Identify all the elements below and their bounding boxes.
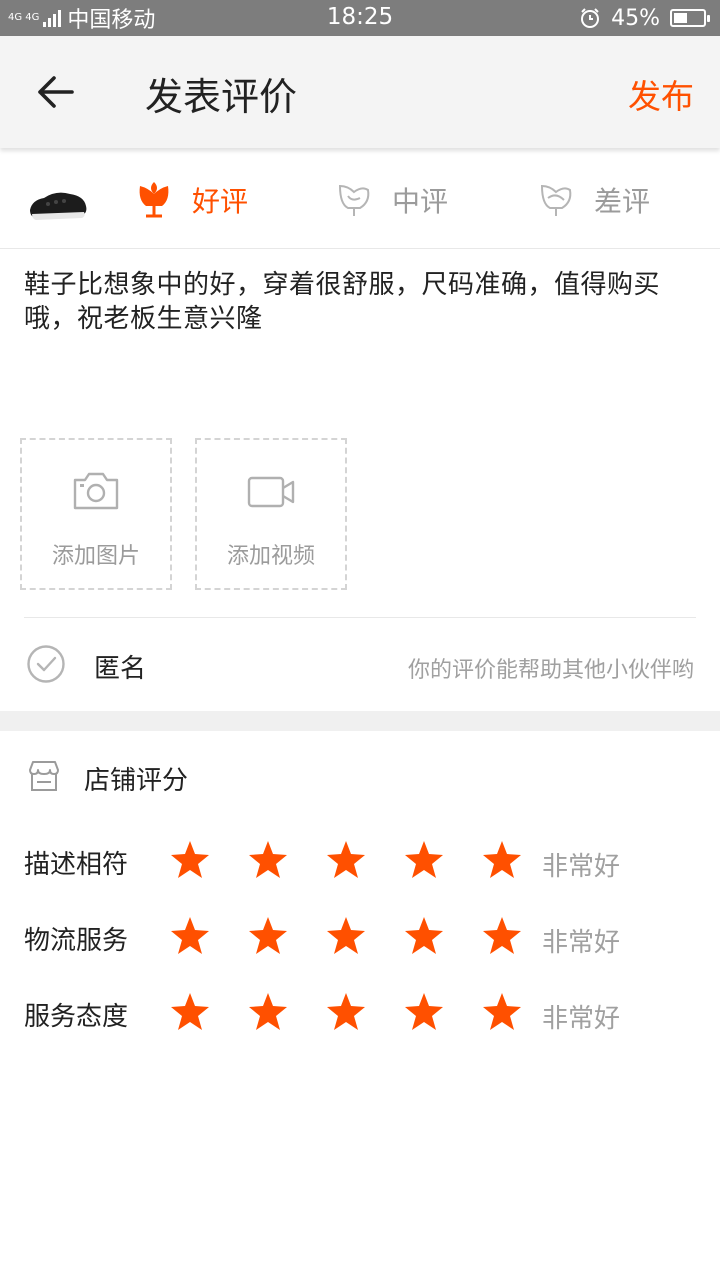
star-icon[interactable] xyxy=(482,916,522,956)
score-row-service: 服务态度 非常好 xyxy=(0,990,720,1040)
battery-icon xyxy=(670,9,710,27)
add-video-button[interactable]: 添加视频 xyxy=(195,438,347,590)
rating-mid-label: 中评 xyxy=(392,185,449,218)
rating-mid-option[interactable]: 中评 xyxy=(334,174,448,226)
star-icon[interactable] xyxy=(404,840,444,880)
star-icon[interactable] xyxy=(482,992,522,1032)
publish-button[interactable]: 发布 xyxy=(628,70,694,118)
score-text: 非常好 xyxy=(542,928,621,958)
anonymous-label[interactable]: 匿名 xyxy=(94,648,146,685)
page-title: 发表评价 xyxy=(145,75,298,119)
star-icon[interactable] xyxy=(248,916,288,956)
rating-good-option[interactable]: 好评 xyxy=(134,174,248,226)
score-row-logistics: 物流服务 非常好 xyxy=(0,914,720,964)
star-icon[interactable] xyxy=(404,992,444,1032)
star-icon[interactable] xyxy=(248,992,288,1032)
score-text: 非常好 xyxy=(542,852,621,882)
add-photo-button[interactable]: 添加图片 xyxy=(20,438,172,590)
anonymous-checkbox-icon[interactable] xyxy=(26,644,66,684)
shop-rating-title: 店铺评分 xyxy=(84,766,189,796)
shop-icon xyxy=(29,761,59,791)
star-icon[interactable] xyxy=(170,992,210,1032)
star-rating[interactable] xyxy=(170,840,522,880)
rating-good-label: 好评 xyxy=(192,185,249,218)
flower-outline-icon xyxy=(338,184,370,216)
score-row-description: 描述相符 非常好 xyxy=(0,838,720,888)
anonymous-hint: 你的评价能帮助其他小伙伴哟 xyxy=(407,658,694,683)
star-icon[interactable] xyxy=(170,840,210,880)
score-label: 描述相符 xyxy=(24,850,129,880)
rating-bad-label: 差评 xyxy=(594,185,651,218)
review-text-input[interactable]: 鞋子比想象中的好，穿着很舒服，尺码准确，值得购买哦，祝老板生意兴隆 xyxy=(24,268,700,336)
add-photo-label: 添加图片 xyxy=(51,544,140,569)
section-gap xyxy=(0,711,720,731)
star-icon[interactable] xyxy=(248,840,288,880)
status-bar: 4G 4G 中国移动 18:25 45% xyxy=(0,0,720,36)
star-icon[interactable] xyxy=(404,916,444,956)
star-icon[interactable] xyxy=(326,916,366,956)
star-rating[interactable] xyxy=(170,992,522,1032)
flower-icon xyxy=(139,182,169,218)
add-video-label: 添加视频 xyxy=(226,544,315,569)
star-icon[interactable] xyxy=(326,840,366,880)
app-header: 发表评价 发布 xyxy=(0,36,720,148)
wilted-flower-icon xyxy=(540,184,572,216)
battery-percent: 45% xyxy=(611,5,660,31)
divider xyxy=(24,617,696,618)
score-label: 物流服务 xyxy=(24,926,129,956)
star-rating[interactable] xyxy=(170,916,522,956)
star-icon[interactable] xyxy=(482,840,522,880)
star-icon[interactable] xyxy=(326,992,366,1032)
score-text: 非常好 xyxy=(542,1004,621,1034)
score-label: 服务态度 xyxy=(24,1002,129,1032)
camera-icon xyxy=(73,472,119,510)
back-arrow-icon[interactable] xyxy=(36,74,76,110)
rating-selector: 好评 中评 差评 xyxy=(0,152,720,249)
video-camera-icon xyxy=(247,476,295,508)
alarm-icon xyxy=(581,8,600,28)
product-thumbnail xyxy=(30,192,87,220)
star-icon[interactable] xyxy=(170,916,210,956)
rating-bad-option[interactable]: 差评 xyxy=(536,174,650,226)
